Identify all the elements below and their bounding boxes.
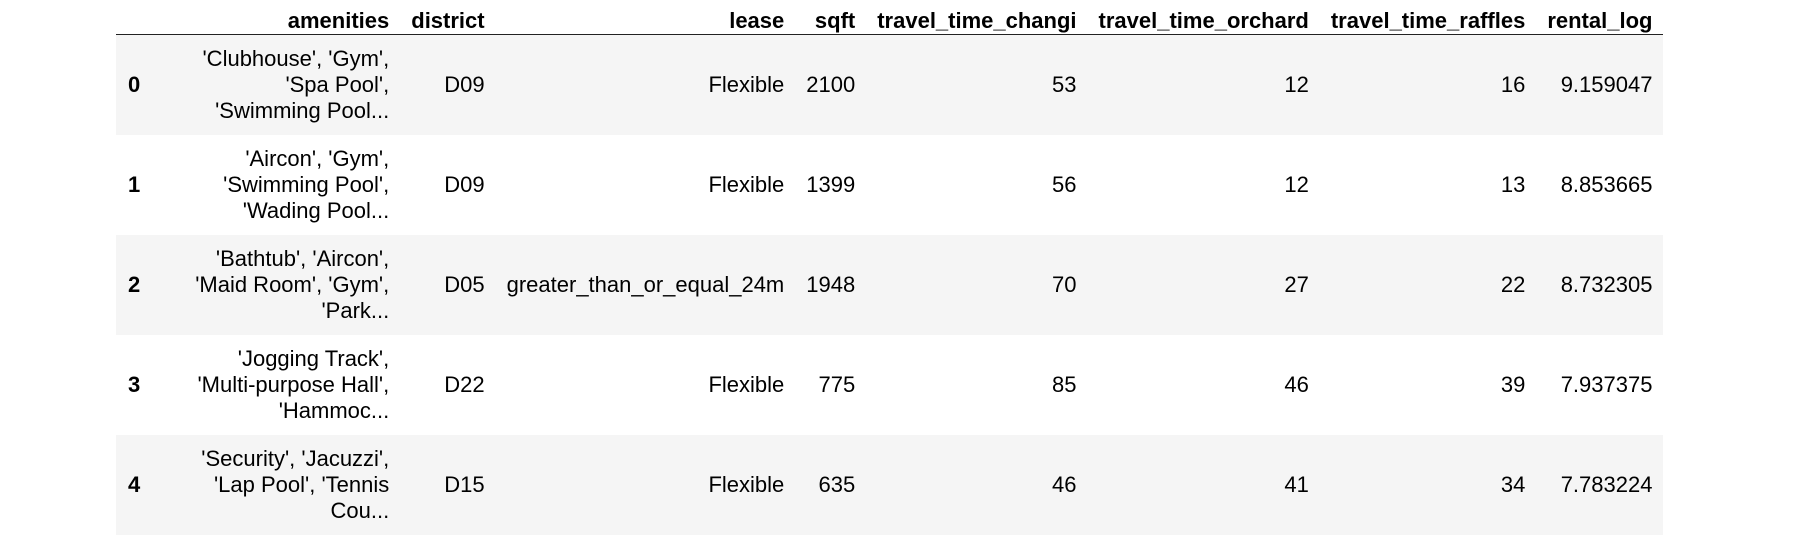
table-body: 0 'Clubhouse', 'Gym', 'Spa Pool', 'Swimm… xyxy=(116,34,1664,535)
row-index: 2 xyxy=(128,271,141,297)
column-header-travel-time-raffles: travel_time_raffles xyxy=(1319,0,1537,35)
cell-lease: Flexible xyxy=(708,371,785,397)
cell-rental-log: 7.937375 xyxy=(1560,371,1653,397)
dataframe-output: amenities district lease sqft travel_tim… xyxy=(116,0,1664,535)
cell-district: D09 xyxy=(444,171,485,197)
cell-travel-time-raffles: 39 xyxy=(1500,371,1526,397)
table-row: 2 'Bathtub', 'Aircon', 'Maid Room', 'Gym… xyxy=(116,234,1664,335)
table-header: amenities district lease sqft travel_tim… xyxy=(116,0,1664,35)
cell-district: D15 xyxy=(444,471,485,497)
cell-amenities: 'Clubhouse', 'Gym', 'Spa Pool', 'Swimmin… xyxy=(202,45,390,123)
cell-travel-time-orchard: 12 xyxy=(1284,71,1309,97)
cell-district: D09 xyxy=(444,71,485,97)
row-index: 0 xyxy=(128,71,141,97)
cell-travel-time-changi: 70 xyxy=(1052,271,1077,297)
cell-travel-time-raffles: 34 xyxy=(1500,471,1526,497)
cell-travel-time-changi: 53 xyxy=(1052,71,1077,97)
cell-travel-time-orchard: 27 xyxy=(1284,271,1309,297)
cell-lease: greater_than_or_equal_24m xyxy=(506,271,785,297)
row-index: 4 xyxy=(128,471,141,497)
dataframe-table: amenities district lease sqft travel_tim… xyxy=(116,0,1664,535)
row-index: 1 xyxy=(128,171,141,197)
column-header-travel-time-changi: travel_time_changi xyxy=(866,0,1088,35)
cell-amenities: 'Jogging Track', 'Multi-purpose Hall', '… xyxy=(197,345,390,423)
cell-amenities: 'Security', 'Jacuzzi', 'Lap Pool', 'Tenn… xyxy=(201,445,390,523)
column-header-amenities: amenities xyxy=(151,0,401,35)
cell-travel-time-raffles: 13 xyxy=(1500,171,1526,197)
header-row: amenities district lease sqft travel_tim… xyxy=(116,0,1664,35)
cell-sqft: 635 xyxy=(818,471,856,497)
cell-travel-time-orchard: 12 xyxy=(1284,171,1309,197)
cell-sqft: 2100 xyxy=(806,71,856,97)
cell-rental-log: 8.853665 xyxy=(1560,171,1653,197)
cell-district: D05 xyxy=(444,271,485,297)
cell-travel-time-raffles: 16 xyxy=(1500,71,1526,97)
cell-lease: Flexible xyxy=(708,71,785,97)
cell-amenities: 'Aircon', 'Gym', 'Swimming Pool', 'Wadin… xyxy=(223,145,390,223)
column-header-district: district xyxy=(400,0,496,35)
table-row: 0 'Clubhouse', 'Gym', 'Spa Pool', 'Swimm… xyxy=(116,34,1664,135)
column-header-lease: lease xyxy=(495,0,796,35)
row-index: 3 xyxy=(128,371,141,397)
cell-sqft: 775 xyxy=(818,371,856,397)
cell-travel-time-orchard: 41 xyxy=(1284,471,1309,497)
table-row: 1 'Aircon', 'Gym', 'Swimming Pool', 'Wad… xyxy=(116,134,1664,235)
column-header-sqft: sqft xyxy=(795,0,867,35)
cell-lease: Flexible xyxy=(708,171,785,197)
index-header xyxy=(116,0,152,35)
cell-sqft: 1948 xyxy=(806,271,856,297)
cell-travel-time-changi: 56 xyxy=(1052,171,1077,197)
cell-district: D22 xyxy=(444,371,485,397)
table-row: 3 'Jogging Track', 'Multi-purpose Hall',… xyxy=(116,334,1664,435)
column-header-rental-log: rental_log xyxy=(1536,0,1664,35)
cell-travel-time-raffles: 22 xyxy=(1500,271,1526,297)
cell-sqft: 1399 xyxy=(806,171,856,197)
column-header-travel-time-orchard: travel_time_orchard xyxy=(1087,0,1320,35)
cell-travel-time-changi: 46 xyxy=(1052,471,1077,497)
cell-travel-time-changi: 85 xyxy=(1052,371,1077,397)
cell-rental-log: 8.732305 xyxy=(1560,271,1653,297)
cell-rental-log: 7.783224 xyxy=(1560,471,1653,497)
cell-amenities: 'Bathtub', 'Aircon', 'Maid Room', 'Gym',… xyxy=(195,245,390,323)
table-row: 4 'Security', 'Jacuzzi', 'Lap Pool', 'Te… xyxy=(116,434,1664,535)
cell-travel-time-orchard: 46 xyxy=(1284,371,1309,397)
cell-rental-log: 9.159047 xyxy=(1560,71,1653,97)
cell-lease: Flexible xyxy=(708,471,785,497)
